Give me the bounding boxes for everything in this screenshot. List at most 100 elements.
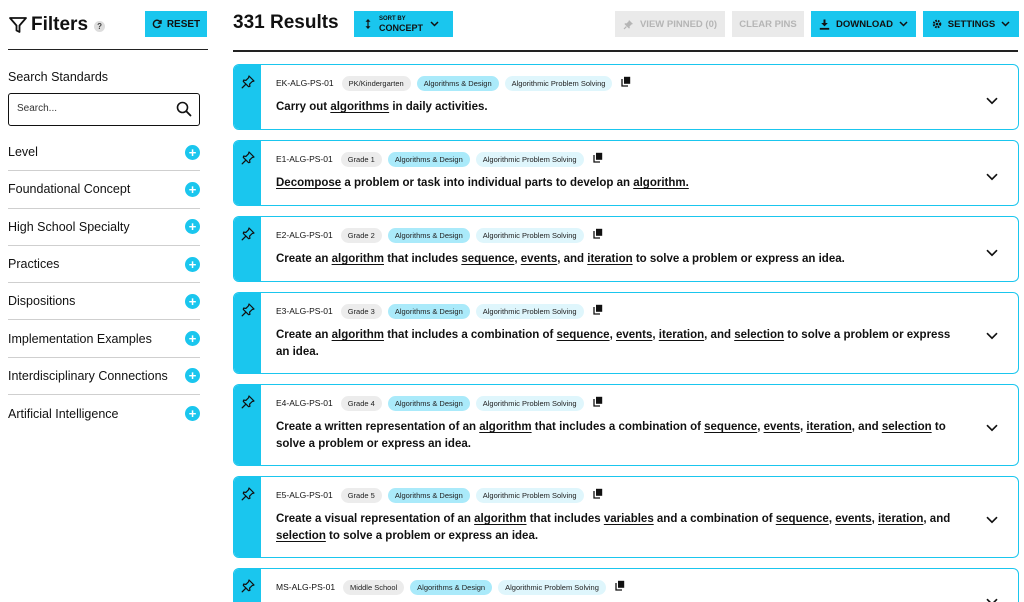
- filter-row[interactable]: High School Specialty +: [8, 209, 200, 246]
- text-fragment: , and: [704, 329, 735, 341]
- search-input[interactable]: [17, 94, 177, 122]
- plus-icon[interactable]: +: [185, 293, 200, 309]
- copy-icon[interactable]: [592, 226, 603, 244]
- copy-icon[interactable]: [592, 150, 603, 168]
- glossary-term-link[interactable]: algorithm: [332, 253, 384, 265]
- plus-icon[interactable]: +: [185, 181, 200, 197]
- standard-code: E3-ALG-PS-01: [276, 306, 333, 316]
- standard-card[interactable]: MS-ALG-PS-01 Middle School Algorithms & De…: [233, 568, 1019, 602]
- card-meta: E2-ALG-PS-01 Grade 2 Algorithms & Design Al…: [276, 226, 603, 244]
- pin-stripe: [234, 385, 261, 465]
- filter-row[interactable]: Artificial Intelligence +: [8, 395, 200, 432]
- filter-label: Foundational Concept: [8, 182, 131, 197]
- sort-by-button[interactable]: SORT BY CONCEPT: [354, 11, 453, 37]
- plus-icon[interactable]: +: [185, 144, 200, 160]
- pin-stripe: [234, 293, 261, 373]
- reset-button[interactable]: RESET: [145, 11, 207, 37]
- chevron-down-icon: [1001, 21, 1010, 27]
- glossary-term-link[interactable]: selection: [882, 421, 932, 433]
- filter-row[interactable]: Practices +: [8, 246, 200, 284]
- download-label: DOWNLOAD: [836, 18, 893, 30]
- chevron-down-icon[interactable]: [986, 244, 998, 262]
- pin-icon[interactable]: [241, 75, 255, 94]
- view-pinned-button[interactable]: VIEW PINNED (0): [615, 11, 725, 37]
- copy-icon[interactable]: [592, 394, 603, 412]
- standard-card[interactable]: EK-ALG-PS-01 PK/Kindergarten Algorithms & …: [233, 64, 1019, 130]
- pin-icon[interactable]: [241, 227, 255, 246]
- clear-pins-button[interactable]: CLEAR PINS: [732, 11, 804, 37]
- glossary-term-link[interactable]: algorithm: [474, 513, 526, 525]
- copy-icon[interactable]: [615, 578, 625, 596]
- copy-icon[interactable]: [592, 486, 603, 504]
- glossary-term-link[interactable]: events: [616, 329, 652, 341]
- plus-icon[interactable]: +: [185, 368, 200, 384]
- standard-text: Create a written representation of an al…: [276, 419, 966, 453]
- glossary-term-link[interactable]: iteration: [659, 329, 704, 341]
- glossary-term-link[interactable]: iteration: [878, 513, 923, 525]
- search-icon[interactable]: [176, 101, 192, 117]
- sort-by-value: CONCEPT: [379, 22, 424, 33]
- standard-card[interactable]: E3-ALG-PS-01 Grade 3 Algorithms & Design Al…: [233, 292, 1019, 374]
- chevron-down-icon[interactable]: [986, 168, 998, 186]
- glossary-term-link[interactable]: algorithm: [332, 329, 384, 341]
- subconcept-chip: Algorithmic Problem Solving: [475, 151, 584, 167]
- filter-row[interactable]: Implementation Examples +: [8, 320, 200, 358]
- pin-icon[interactable]: [241, 487, 255, 506]
- glossary-term-link[interactable]: algorithm: [479, 421, 531, 433]
- card-meta: E5-ALG-PS-01 Grade 5 Algorithms & Design Al…: [276, 486, 603, 504]
- chevron-down-icon[interactable]: [986, 92, 998, 110]
- plus-icon[interactable]: +: [185, 256, 200, 272]
- glossary-term-link[interactable]: sequence: [461, 253, 514, 265]
- plus-icon[interactable]: +: [185, 219, 200, 235]
- filters-title-text: Filters: [31, 14, 89, 35]
- filter-row[interactable]: Dispositions +: [8, 283, 200, 321]
- funnel-icon: [9, 17, 27, 33]
- sort-by-text: SORT BY CONCEPT: [379, 16, 423, 33]
- glossary-term-link[interactable]: events: [764, 421, 800, 433]
- glossary-term-link[interactable]: selection: [734, 329, 784, 341]
- filter-row[interactable]: Interdisciplinary Connections +: [8, 358, 200, 396]
- chevron-down-icon[interactable]: [986, 593, 998, 602]
- standard-card[interactable]: E2-ALG-PS-01 Grade 2 Algorithms & Design Al…: [233, 216, 1019, 282]
- pin-icon[interactable]: [241, 303, 255, 322]
- glossary-term-link[interactable]: iteration: [587, 253, 632, 265]
- plus-icon[interactable]: +: [185, 331, 200, 347]
- grade-chip: Grade 2: [340, 227, 382, 243]
- download-button[interactable]: DOWNLOAD: [811, 11, 916, 37]
- glossary-term-link[interactable]: sequence: [776, 513, 829, 525]
- glossary-term-link[interactable]: events: [835, 513, 871, 525]
- chevron-down-icon[interactable]: [986, 419, 998, 437]
- glossary-term-link[interactable]: Decompose: [276, 177, 341, 189]
- text-fragment: that includes: [384, 253, 462, 265]
- filter-row[interactable]: Foundational Concept +: [8, 171, 200, 209]
- settings-button[interactable]: SETTINGS: [923, 11, 1019, 37]
- copy-icon[interactable]: [621, 74, 631, 92]
- subconcept-chip: Algorithmic Problem Solving: [475, 303, 584, 319]
- glossary-term-link[interactable]: sequence: [557, 329, 610, 341]
- glossary-term-link[interactable]: variables: [604, 513, 654, 525]
- standard-card[interactable]: E4-ALG-PS-01 Grade 4 Algorithms & Design Al…: [233, 384, 1019, 466]
- glossary-term-link[interactable]: algorithm.: [633, 177, 689, 189]
- plus-icon[interactable]: +: [185, 406, 200, 422]
- standard-card[interactable]: E5-ALG-PS-01 Grade 5 Algorithms & Design Al…: [233, 476, 1019, 558]
- glossary-term-link[interactable]: selection: [276, 530, 326, 542]
- help-icon[interactable]: ?: [94, 21, 106, 32]
- search-standards-label: Search Standards: [8, 70, 109, 84]
- standard-card[interactable]: E1-ALG-PS-01 Grade 1 Algorithms & Design Al…: [233, 140, 1019, 206]
- glossary-term-link[interactable]: iteration: [806, 421, 851, 433]
- pin-icon[interactable]: [241, 151, 255, 170]
- subconcept-chip: Algorithmic Problem Solving: [475, 395, 584, 411]
- glossary-term-link[interactable]: sequence: [704, 421, 757, 433]
- pin-stripe: [234, 141, 261, 205]
- glossary-term-link[interactable]: events: [521, 253, 557, 265]
- glossary-term-link[interactable]: algorithms: [330, 101, 389, 113]
- chevron-down-icon[interactable]: [986, 327, 998, 345]
- grade-chip: Grade 5: [340, 487, 382, 503]
- pin-icon[interactable]: [241, 579, 255, 598]
- chevron-down-icon[interactable]: [986, 511, 998, 529]
- filter-row[interactable]: Level +: [8, 134, 200, 172]
- pin-icon[interactable]: [241, 395, 255, 414]
- text-fragment: that includes: [526, 513, 604, 525]
- copy-icon[interactable]: [592, 302, 603, 320]
- text-fragment: , and: [557, 253, 588, 265]
